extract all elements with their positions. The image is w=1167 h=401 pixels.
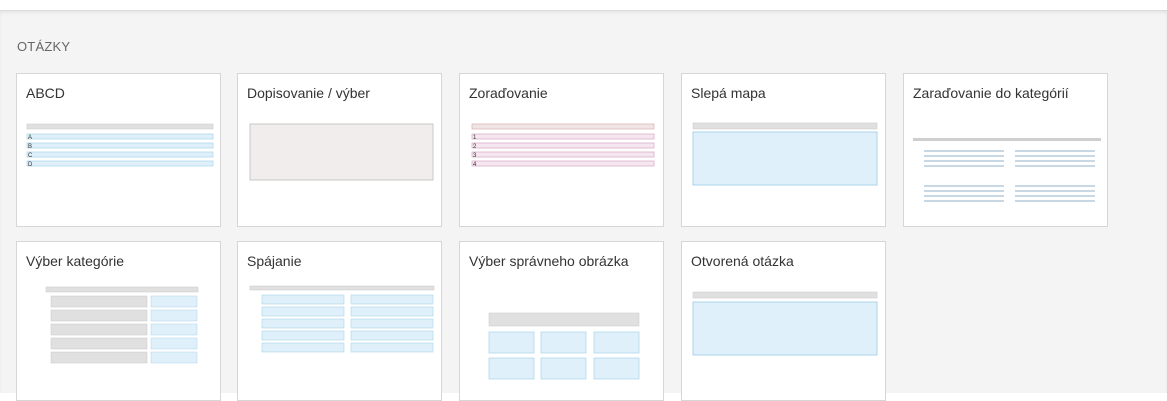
question-type-categorize[interactable]: Zaraďovanie do kategórií bbox=[903, 73, 1108, 227]
question-type-open[interactable]: Otvorená otázka bbox=[681, 241, 886, 401]
question-type-ordering[interactable]: Zoraďovanie 1 2 3 4 bbox=[459, 73, 664, 227]
question-type-abcd[interactable]: ABCD A B C D bbox=[16, 73, 221, 227]
question-type-image-choice[interactable]: Výber správneho obrázka bbox=[459, 241, 664, 401]
image-choice-preview-icon bbox=[488, 312, 640, 380]
question-type-choose-category[interactable]: Výber kategórie bbox=[16, 241, 221, 401]
fill-in-preview-icon bbox=[249, 123, 434, 181]
marker-b: B bbox=[28, 144, 32, 150]
ordering-preview-icon: 1 2 3 4 bbox=[471, 123, 655, 168]
marker-c: C bbox=[28, 153, 33, 159]
question-type-fill-in[interactable]: Dopisovanie / výber bbox=[237, 73, 442, 227]
section-title: OTÁZKY bbox=[17, 39, 71, 54]
question-type-connect[interactable]: Spájanie bbox=[237, 241, 442, 401]
questions-panel: OTÁZKY ABCD A B C D Dopisovanie / výber … bbox=[0, 10, 1167, 401]
blind-map-preview-icon bbox=[692, 122, 878, 186]
open-question-preview-icon bbox=[692, 291, 878, 356]
categorize-preview-icon bbox=[913, 138, 1101, 202]
marker-d: D bbox=[28, 162, 33, 168]
marker-a: A bbox=[28, 135, 32, 141]
question-type-blind-map[interactable]: Slepá mapa bbox=[681, 73, 886, 227]
choose-category-preview-icon bbox=[45, 286, 199, 364]
abcd-preview-icon: A B C D bbox=[26, 123, 214, 168]
connect-preview-icon bbox=[249, 285, 435, 353]
